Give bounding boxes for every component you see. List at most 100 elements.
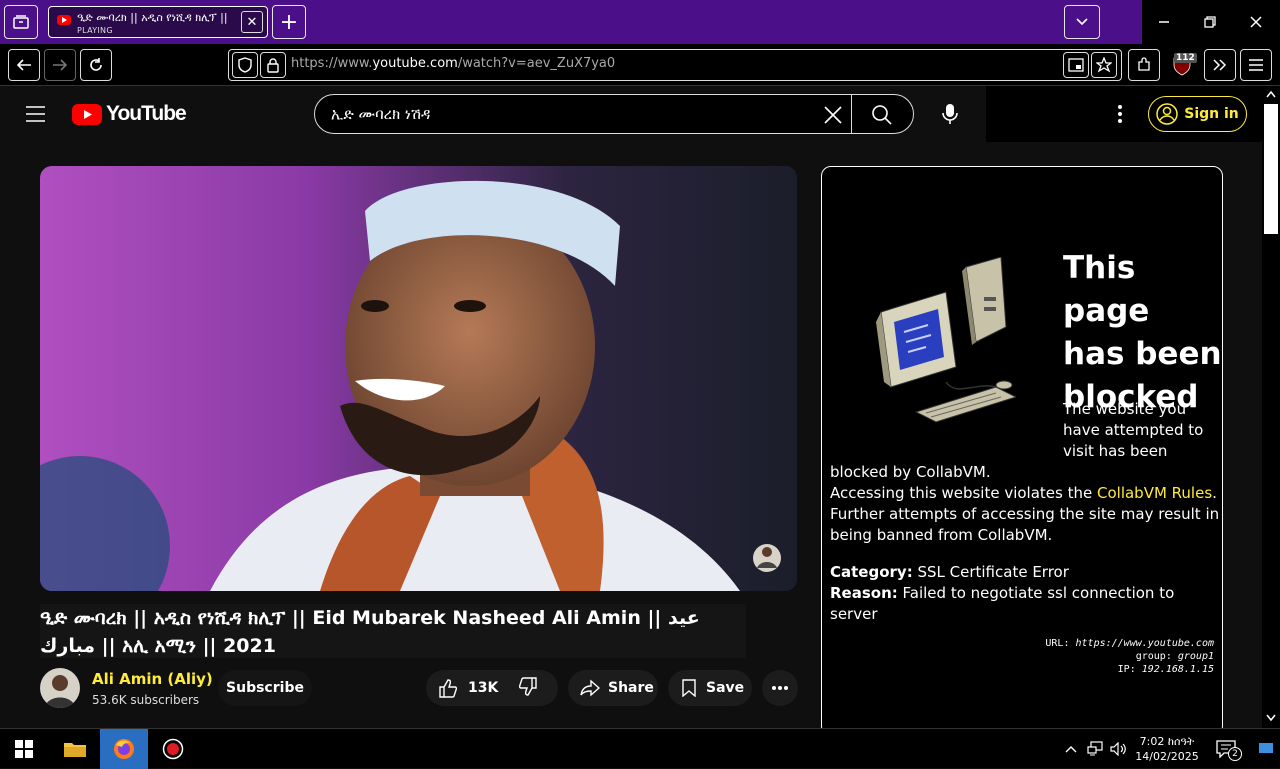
minimize-button[interactable] — [1140, 0, 1188, 44]
navigation-toolbar: https://www.youtube.com/watch?v=aev_ZuX7… — [0, 44, 1280, 86]
meta-label: group: — [1135, 651, 1172, 662]
show-desktop-button[interactable] — [1252, 729, 1280, 769]
search-box[interactable]: ኢድ ሙባረክ ነሽዳ — [314, 94, 914, 134]
dislike-button[interactable] — [518, 677, 538, 701]
firefox-view-button[interactable] — [4, 5, 38, 39]
extensions-button[interactable] — [1128, 49, 1160, 81]
address-bar[interactable]: https://www.youtube.com/watch?v=aev_ZuX7… — [228, 49, 1122, 81]
notification-badge: 2 — [1228, 747, 1242, 761]
reader-view-button[interactable] — [1063, 52, 1089, 78]
file-explorer-taskbar-button[interactable] — [52, 729, 98, 769]
more-actions-button[interactable] — [762, 670, 798, 706]
list-all-tabs-button[interactable] — [1064, 5, 1100, 39]
site-info-button[interactable] — [260, 52, 286, 78]
video-title: ዒድ ሙባረክ || አዲስ የነሺዳ ክሊፕ || Eid Mubarek N… — [40, 604, 746, 658]
blocked-message-body: blocked by CollabVM. Accessing this webs… — [830, 462, 1220, 546]
forward-button[interactable] — [44, 49, 76, 81]
clear-search-button[interactable] — [823, 105, 843, 129]
youtube-logo[interactable]: YouTube — [72, 102, 187, 126]
guide-menu-button[interactable] — [24, 104, 48, 124]
speaker-icon — [1110, 742, 1126, 756]
browser-tab-bar: ዒድ ሙባረክ || አዲስ የነሺዳ ክሊፕ || Eid Mubarek P… — [0, 0, 1280, 44]
hamburger-menu-icon — [1249, 59, 1263, 71]
block-meta: URL: https://www.youtube.com group: grou… — [1045, 637, 1214, 676]
search-input[interactable]: ኢድ ሙባረክ ነሽዳ — [331, 105, 430, 123]
message-line: blocked by CollabVM. — [830, 463, 991, 481]
tab-close-button[interactable]: ✕ — [241, 11, 263, 33]
category-value: SSL Certificate Error — [912, 563, 1069, 581]
more-tools-button[interactable] — [1204, 49, 1236, 81]
blocked-message-intro: The website you have attempted to visit … — [1063, 399, 1203, 462]
blocked-heading-line: This page — [1063, 250, 1150, 329]
restore-button[interactable] — [1186, 0, 1234, 44]
settings-menu-button[interactable] — [1110, 104, 1130, 128]
video-player[interactable] — [40, 166, 797, 591]
meta-group: group1 — [1177, 651, 1214, 662]
bookmark-button[interactable] — [1091, 52, 1117, 78]
app-menu-button[interactable] — [1240, 49, 1272, 81]
recorder-taskbar-button[interactable] — [150, 729, 196, 769]
like-button[interactable]: 13K — [426, 670, 510, 706]
sign-in-label: Sign in — [1184, 106, 1239, 122]
clock-time: 7:02 ከሰዓት — [1139, 735, 1195, 748]
shield-icon — [238, 57, 252, 73]
minimize-icon — [1159, 21, 1169, 23]
firefox-taskbar-button[interactable] — [100, 729, 148, 769]
clock-date: 14/02/2025 — [1135, 750, 1199, 763]
like-dislike-group: 13K — [426, 670, 558, 706]
meta-url-row: URL: https://www.youtube.com — [1045, 637, 1214, 650]
close-window-button[interactable] — [1232, 0, 1280, 44]
message-text: Accessing this website violates the — [830, 484, 1097, 502]
like-count: 13K — [468, 680, 499, 696]
channel-name[interactable]: Ali Amin (Aliy) — [92, 670, 213, 688]
page-scrollbar[interactable] — [1262, 86, 1280, 728]
arrow-left-icon — [16, 59, 31, 71]
arrow-right-icon — [53, 59, 68, 71]
more-horizontal-icon — [772, 686, 788, 690]
tracking-protection-button[interactable] — [232, 52, 258, 78]
tab-youtube[interactable]: ዒድ ሙባረክ || አዲስ የነሺዳ ክሊፕ || Eid Mubarek P… — [48, 6, 268, 38]
channel-avatar[interactable] — [40, 668, 80, 708]
reason-row: Reason: Failed to negotiate ssl connecti… — [830, 583, 1220, 625]
start-button[interactable] — [0, 729, 48, 769]
tab-title: ዒድ ሙባረክ || አዲስ የነሺዳ ክሊፕ || Eid Mubarek — [77, 11, 227, 24]
reload-icon — [90, 58, 102, 71]
url-path: /watch?v=aev_ZuX7ya0 — [457, 56, 616, 71]
microphone-icon — [942, 104, 958, 124]
subscribe-button[interactable]: Subscribe — [218, 670, 312, 706]
show-hidden-icons-button[interactable] — [1060, 729, 1082, 769]
chevron-up-icon — [1065, 746, 1077, 753]
network-icon — [1087, 741, 1103, 756]
url-domain: youtube.com — [372, 56, 458, 71]
message-line: being banned from CollabVM. — [830, 526, 1053, 544]
share-label: Share — [608, 680, 654, 696]
message-text: . — [1212, 484, 1217, 502]
meta-group-row: group: group1 — [1045, 650, 1214, 663]
search-button[interactable] — [871, 104, 893, 130]
reload-button[interactable] — [80, 49, 112, 81]
tab-playing-label: PLAYING — [77, 26, 113, 35]
windows-logo-icon — [15, 740, 33, 758]
lock-icon — [267, 57, 279, 73]
folder-icon — [64, 743, 86, 757]
share-button[interactable]: Share — [568, 670, 658, 706]
voice-search-button[interactable] — [940, 103, 960, 129]
scrollbar-thumb[interactable] — [1264, 104, 1278, 234]
clock[interactable]: 7:02 ከሰዓት 14/02/2025 — [1132, 729, 1202, 769]
back-button[interactable] — [8, 49, 40, 81]
volume-tray-button[interactable] — [1108, 729, 1130, 769]
bookmark-icon — [682, 679, 696, 697]
double-chevron-right-icon — [1213, 59, 1227, 71]
retro-computer-icon — [876, 257, 1016, 423]
new-tab-button[interactable]: + — [272, 5, 306, 39]
action-center-button[interactable]: 2 — [1208, 729, 1244, 769]
video-owner-row: Ali Amin (Aliy) 53.6K subscribers Subscr… — [40, 668, 798, 712]
ublock-origin-button[interactable]: 112 — [1166, 49, 1198, 81]
puzzle-icon — [1138, 57, 1150, 71]
sign-in-button[interactable]: Sign in — [1148, 96, 1247, 132]
avatar-image — [44, 675, 76, 708]
save-button[interactable]: Save — [668, 670, 752, 706]
network-tray-button[interactable] — [1084, 729, 1106, 769]
collabvm-rules-link[interactable]: CollabVM Rules — [1097, 484, 1212, 502]
video-frame — [40, 166, 797, 591]
